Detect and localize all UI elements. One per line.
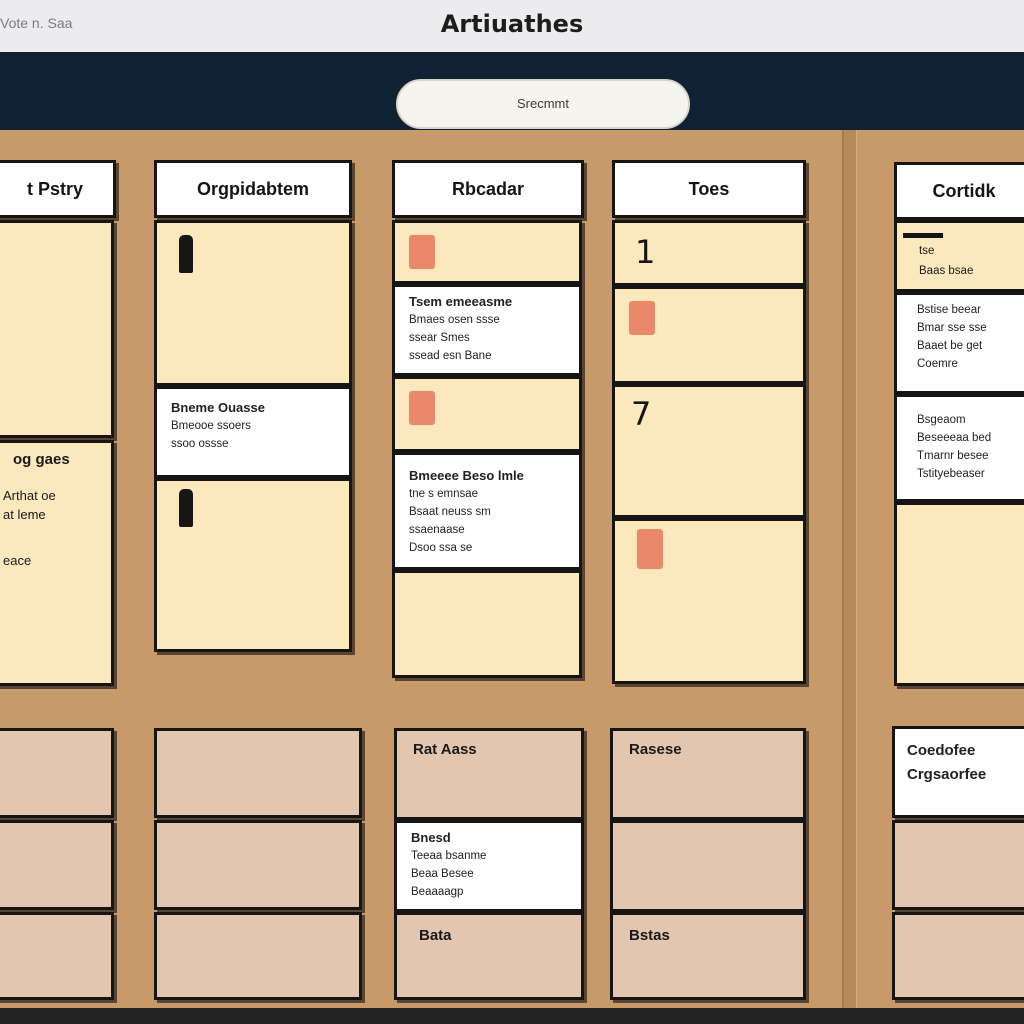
board-bottom-edge (0, 1008, 1024, 1024)
note-card[interactable]: Bneme Ouasse Bmeooe ssoers ssoo ossse (154, 386, 352, 478)
bottom-card[interactable] (154, 728, 362, 818)
card-line: Baaet be get (917, 340, 983, 352)
sticky-note[interactable] (154, 478, 352, 652)
note-marker (903, 233, 943, 238)
sticky-note[interactable] (0, 220, 114, 438)
note-card[interactable]: Bmeeee Beso lmle tne s emnsae Bsaat neus… (392, 452, 582, 570)
note-card[interactable]: Bstise beear Bmar sse sse Baaet be get C… (894, 292, 1024, 394)
card-line: Coedofee (907, 742, 976, 759)
sticky-note[interactable] (392, 220, 582, 284)
note-line: tse (919, 245, 935, 257)
bottom-card[interactable]: Rasese (610, 728, 806, 820)
bottom-card[interactable] (154, 912, 362, 1000)
card-line: Bsaat neuss sm (409, 506, 491, 518)
bottom-card[interactable] (610, 820, 806, 912)
card-line: Teeaa bsanme (411, 850, 487, 862)
note-line: at leme (3, 507, 46, 522)
column-header-label: Cortidk (932, 180, 996, 201)
column-header-4[interactable]: Toes (612, 160, 806, 218)
column-header-label: Orgpidabtem (196, 178, 309, 199)
color-swatch-icon (629, 301, 655, 335)
sticky-note[interactable] (392, 570, 582, 678)
card-line: Bnesd (411, 830, 451, 845)
column-header-5[interactable]: Cortidk (894, 162, 1024, 220)
color-swatch-icon (409, 235, 435, 269)
card-line: Bstise beear (917, 304, 981, 316)
card-line: Tstityebeaser (917, 468, 985, 480)
card-line: Beaa Besee (411, 868, 474, 880)
note-card[interactable]: Coedofee Crgsaorfee (892, 726, 1024, 818)
bottom-card[interactable] (0, 912, 114, 1000)
search-button[interactable]: Srecmmt (396, 79, 690, 129)
note-card[interactable]: Bsgeaom Beseeeaa bed Tmarnr besee Tstity… (894, 394, 1024, 502)
card-line: Bmeooe ssoers (171, 420, 251, 432)
bottom-card[interactable] (154, 820, 362, 910)
sticky-note[interactable] (154, 220, 352, 386)
card-line: Crgsaorfee (907, 766, 987, 783)
bottom-card[interactable] (892, 820, 1024, 910)
bottom-card[interactable] (892, 912, 1024, 1000)
card-line: Dsoo ssa se (409, 542, 473, 554)
title-bar: Vote n. Saa Artiuathes (0, 0, 1024, 53)
sticky-note[interactable]: 7 (612, 384, 806, 518)
card-label: Rasese (629, 741, 682, 758)
sticky-note[interactable]: 1 (612, 220, 806, 286)
note-line: eace (3, 553, 32, 568)
note-line: Baas bsae (919, 265, 974, 277)
card-label: Bstas (629, 927, 670, 944)
note-line: Arthat oe (3, 488, 56, 503)
card-line: Bmar sse sse (917, 322, 987, 334)
card-line: ssear Smes (409, 332, 470, 344)
column-header-label: Rbcadar (451, 178, 525, 199)
bottom-card[interactable]: Rat Aass (394, 728, 584, 820)
bottom-card[interactable]: Bata (394, 912, 584, 1000)
sticky-note[interactable] (392, 376, 582, 452)
color-swatch-icon (637, 529, 663, 569)
card-line: Bmeeee Beso lmle (409, 468, 524, 483)
column-header-1[interactable]: t Pstry (0, 160, 116, 218)
card-line: tne s emnsae (409, 488, 479, 500)
bottom-card[interactable] (0, 728, 114, 818)
note-card[interactable]: Tsem emeeasme Bmaes osen ssse ssear Smes… (392, 284, 582, 376)
column-header-label: Toes (688, 178, 730, 199)
note-card[interactable]: Bnesd Teeaa bsanme Beaa Besee Beaaaagp (394, 820, 584, 912)
card-line: ssoo ossse (171, 438, 229, 450)
sticky-note[interactable] (612, 518, 806, 684)
card-label: Rat Aass (413, 741, 477, 758)
column-header-3[interactable]: Rbcadar (392, 160, 584, 218)
bottom-card[interactable]: Bstas (610, 912, 806, 1000)
person-figure-icon (179, 489, 193, 527)
card-line: Tsem emeeasme (409, 294, 513, 309)
column-header-label: t Pstry (26, 178, 84, 199)
card-line: Beseeeaa bed (917, 432, 992, 444)
card-line: Bmaes osen ssse (409, 314, 500, 326)
card-line: ssead esn Bane (409, 350, 492, 362)
card-line: Beaaaagp (411, 886, 464, 898)
note-number: 1 (635, 233, 656, 271)
card-line: Tmarnr besee (917, 450, 989, 462)
note-number: 7 (631, 395, 652, 433)
board-divider (842, 130, 857, 1010)
sticky-note[interactable] (612, 286, 806, 384)
sticky-note[interactable]: og gaes Arthat oe at leme eace (0, 440, 114, 686)
card-line: Bneme Ouasse (171, 400, 265, 415)
person-figure-icon (179, 235, 193, 273)
app-title: Artiuathes (440, 10, 584, 38)
note-title: og gaes (13, 451, 70, 468)
color-swatch-icon (409, 391, 435, 425)
card-label: Bata (419, 927, 452, 944)
sticky-note[interactable]: tse Baas bsae (894, 220, 1024, 292)
sticky-note[interactable] (894, 502, 1024, 686)
bottom-card[interactable] (0, 820, 114, 910)
card-line: Coemre (917, 358, 958, 370)
card-line: Bsgeaom (917, 414, 966, 426)
card-line: ssaenaase (409, 524, 465, 536)
column-header-2[interactable]: Orgpidabtem (154, 160, 352, 218)
